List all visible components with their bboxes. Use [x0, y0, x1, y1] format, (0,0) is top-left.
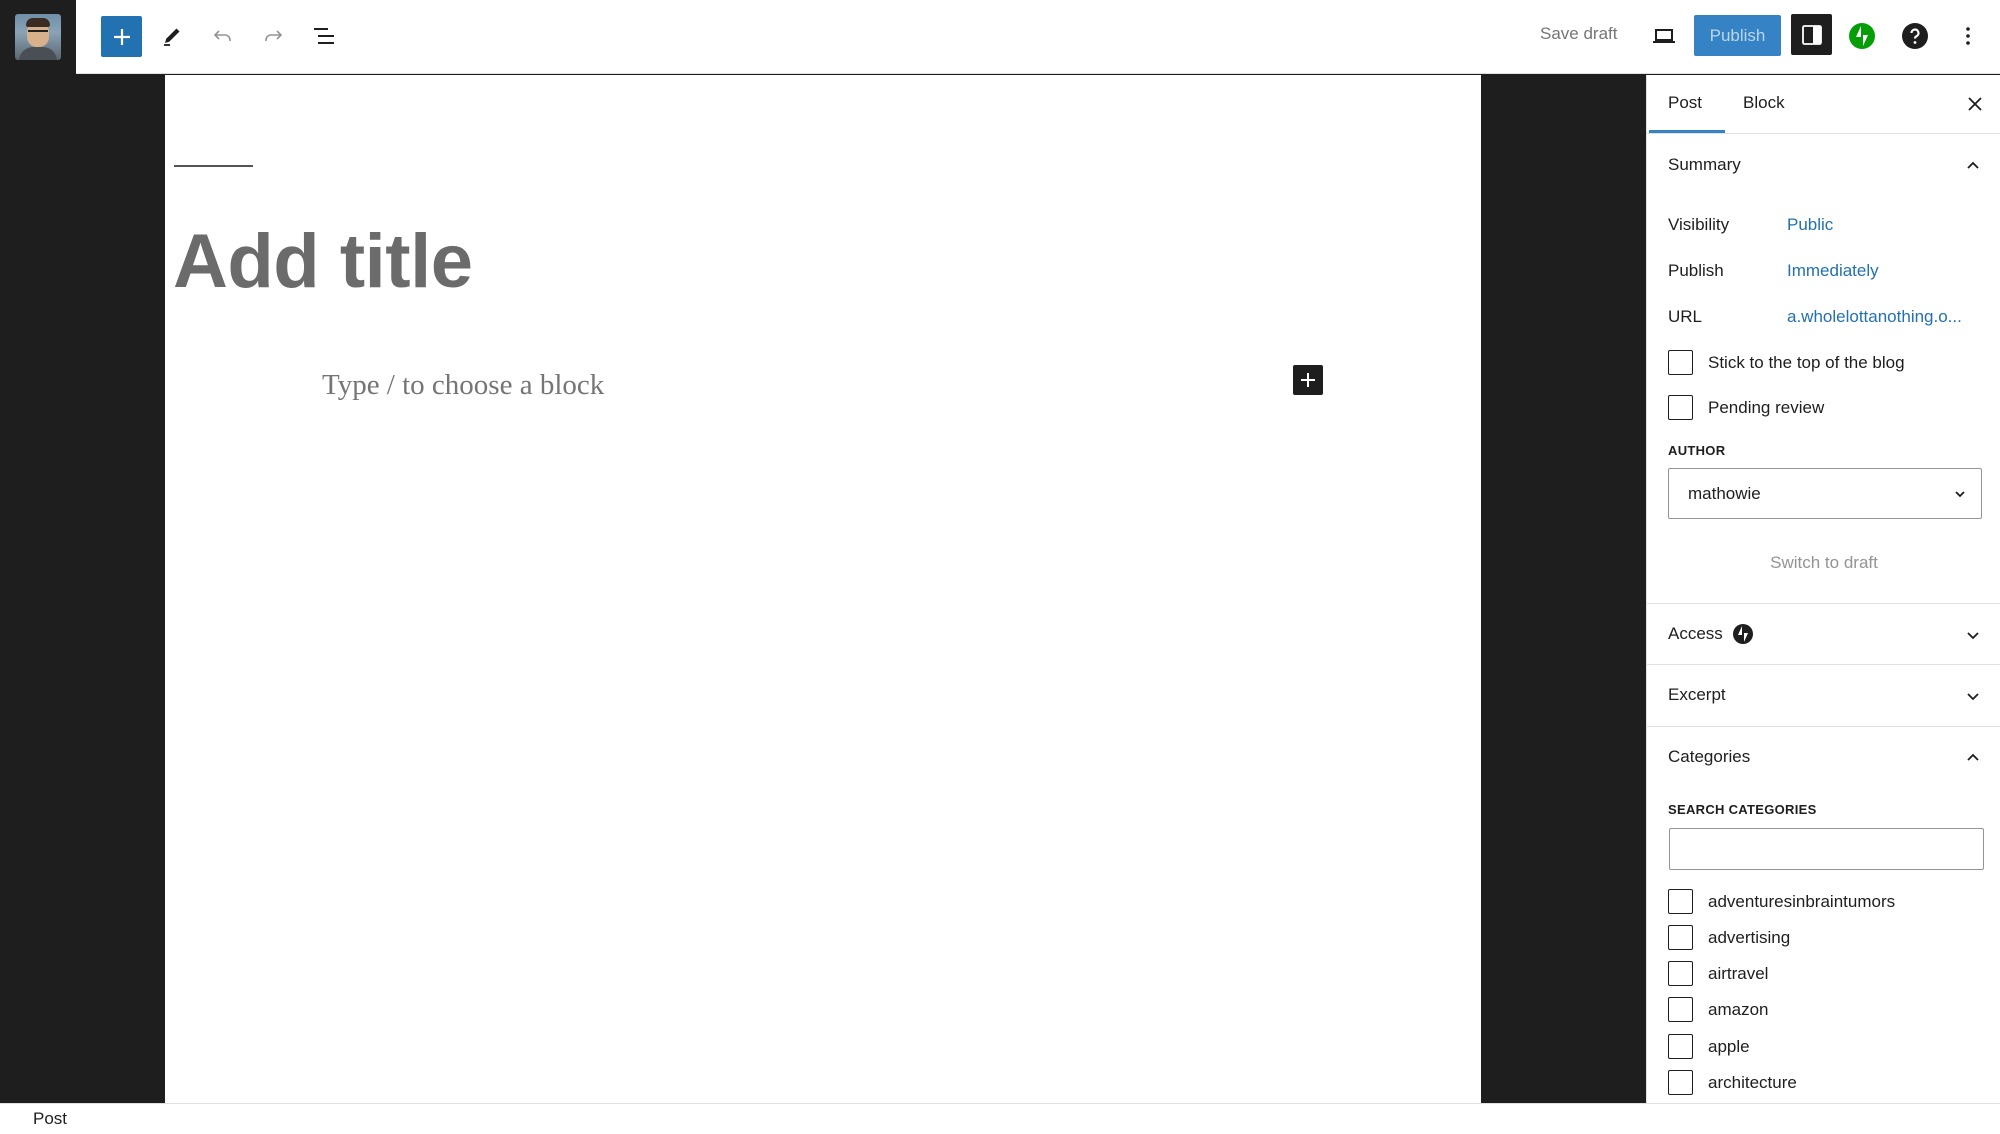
categories-heading: Categories: [1668, 747, 1751, 766]
chevron-down-icon: [1960, 622, 1986, 648]
options-button[interactable]: [1948, 16, 1988, 56]
close-icon: [1968, 97, 1982, 111]
undo-icon: [213, 30, 231, 41]
sticky-checkbox-row[interactable]: Stick to the top of the blog: [1668, 350, 1905, 375]
editor-header: Save draft Publish: [0, 0, 2000, 74]
active-tab-indicator: [1649, 130, 1725, 133]
pending-review-label: Pending review: [1708, 397, 1825, 417]
tab-block[interactable]: Block: [1743, 93, 1785, 113]
author-label: AUTHOR: [1668, 443, 1726, 458]
chevron-up-icon: [1960, 745, 1986, 771]
sidebar-toggle-icon: [1801, 24, 1822, 45]
category-item[interactable]: advertising: [1668, 925, 1790, 950]
excerpt-panel-toggle[interactable]: Excerpt: [1647, 665, 2000, 727]
category-checkbox[interactable]: [1668, 961, 1693, 986]
search-categories-label: SEARCH CATEGORIES: [1668, 802, 1817, 817]
block-breadcrumb-bar: Post: [0, 1103, 2000, 1134]
summary-heading: Summary: [1668, 155, 1741, 174]
access-heading: Access: [1668, 624, 1723, 643]
title-separator: [174, 165, 253, 167]
category-label: airtravel: [1708, 963, 1769, 983]
post-title-input[interactable]: Add title: [173, 218, 473, 305]
redo-button[interactable]: [253, 16, 293, 56]
chevron-up-icon: [1960, 153, 1986, 179]
category-item[interactable]: airtravel: [1668, 961, 1768, 986]
url-value[interactable]: a.wholelottanothing.o...: [1787, 307, 1962, 327]
avatar: [15, 14, 61, 60]
category-item[interactable]: apple: [1668, 1034, 1750, 1059]
access-panel-toggle[interactable]: Access: [1647, 603, 2000, 665]
sticky-checkbox[interactable]: [1668, 350, 1693, 375]
settings-toggle-button[interactable]: [1791, 14, 1832, 55]
list-view-icon: [314, 28, 334, 44]
publish-date-value[interactable]: Immediately: [1787, 261, 1879, 281]
settings-sidebar: Post Block Summary Visibility Public Pub…: [1646, 75, 2000, 1103]
laptop-icon: [1653, 29, 1675, 43]
excerpt-heading: Excerpt: [1668, 685, 1726, 704]
author-select[interactable]: mathowie: [1668, 468, 1982, 519]
visibility-label: Visibility: [1668, 215, 1730, 234]
help-icon: [1902, 23, 1928, 49]
pending-review-checkbox-row[interactable]: Pending review: [1668, 395, 1824, 420]
publish-button[interactable]: Publish: [1694, 15, 1781, 56]
category-checkbox[interactable]: [1668, 889, 1693, 914]
category-label: adventuresinbraintumors: [1708, 891, 1896, 911]
category-checkbox[interactable]: [1668, 997, 1693, 1022]
chevron-down-icon: [1949, 483, 1971, 505]
add-block-button[interactable]: [101, 16, 142, 57]
author-value: mathowie: [1688, 484, 1761, 503]
category-checkbox[interactable]: [1668, 1034, 1693, 1059]
close-sidebar-button[interactable]: [1962, 91, 1988, 117]
category-label: amazon: [1708, 999, 1769, 1019]
category-item[interactable]: architecture: [1668, 1070, 1797, 1095]
redo-icon: [265, 30, 283, 41]
jetpack-bolt-icon: [1733, 624, 1753, 644]
category-label: architecture: [1708, 1072, 1797, 1092]
block-inserter-button[interactable]: [1293, 365, 1323, 395]
chevron-down-icon: [1960, 683, 1986, 709]
help-button[interactable]: [1895, 16, 1935, 56]
jetpack-button[interactable]: [1842, 16, 1882, 56]
category-item[interactable]: adventuresinbraintumors: [1668, 889, 1895, 914]
undo-button[interactable]: [203, 16, 243, 56]
sidebar-tabs: Post Block: [1647, 75, 2000, 134]
pending-review-checkbox[interactable]: [1668, 395, 1693, 420]
category-checkbox[interactable]: [1668, 1070, 1693, 1095]
editor-canvas[interactable]: Add title Type / to choose a block: [165, 75, 1481, 1103]
category-search-input[interactable]: [1669, 828, 1984, 870]
site-icon-button[interactable]: [0, 0, 76, 74]
tools-button[interactable]: [152, 16, 192, 56]
categories-panel-toggle[interactable]: Categories: [1647, 727, 2000, 789]
tab-post[interactable]: Post: [1668, 93, 1702, 113]
plus-icon: [1301, 373, 1315, 387]
jetpack-bolt-icon: [1849, 23, 1875, 49]
plus-icon: [113, 28, 130, 45]
pencil-icon: [164, 28, 180, 46]
save-draft-button[interactable]: Save draft: [1540, 24, 1618, 44]
switch-to-draft-button[interactable]: Switch to draft: [1647, 553, 2000, 573]
summary-panel-toggle[interactable]: Summary: [1647, 135, 2000, 197]
url-label: URL: [1668, 307, 1703, 326]
category-label: advertising: [1708, 927, 1791, 947]
preview-button[interactable]: [1644, 16, 1684, 56]
publish-label: Publish: [1668, 261, 1724, 280]
block-placeholder[interactable]: Type / to choose a block: [322, 369, 604, 402]
category-label: apple: [1708, 1036, 1750, 1056]
vertical-ellipsis-icon: [1966, 27, 1970, 45]
category-item[interactable]: amazon: [1668, 997, 1768, 1022]
category-checkbox[interactable]: [1668, 925, 1693, 950]
visibility-value[interactable]: Public: [1787, 215, 1833, 235]
breadcrumb-post[interactable]: Post: [33, 1109, 67, 1129]
sticky-label: Stick to the top of the blog: [1708, 352, 1905, 372]
list-view-button[interactable]: [304, 16, 344, 56]
